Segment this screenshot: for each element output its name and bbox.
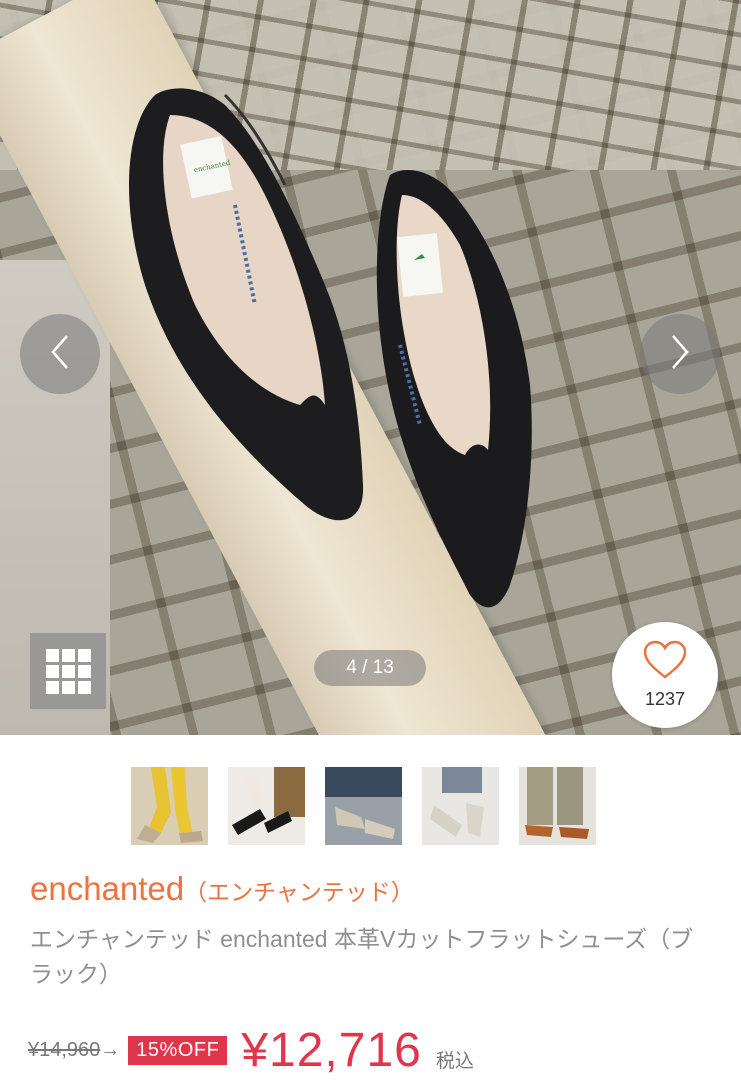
- thumb-grey-flats[interactable]: [325, 767, 402, 845]
- product-title: エンチャンテッド enchanted 本革Vカットフラットシューズ（ブラック）: [30, 926, 694, 987]
- price-arrow: →: [100, 1038, 121, 1061]
- image-counter: 4 / 13: [314, 650, 426, 686]
- heart-icon: [642, 640, 688, 685]
- discount-badge: 15%OFF: [128, 1035, 228, 1065]
- tax-label: 税込: [435, 1050, 474, 1072]
- grid-icon: [45, 648, 91, 694]
- original-price: ¥14,960: [28, 1038, 101, 1061]
- favorite-button[interactable]: 1237: [612, 622, 718, 728]
- thumb-brown-flats[interactable]: [519, 767, 596, 845]
- thumbnail-strip: [131, 767, 596, 845]
- left-shoe-image: enchanted: [115, 85, 385, 535]
- right-shoe-image: [370, 165, 570, 615]
- next-image-button[interactable]: [640, 314, 720, 394]
- brand-kana: （エンチャンテッド）: [184, 879, 414, 905]
- grid-view-button[interactable]: [30, 633, 106, 709]
- chevron-right-icon: [665, 332, 695, 377]
- product-image[interactable]: enchanted 4 / 13 1237: [0, 0, 741, 735]
- chevron-left-icon: [45, 332, 75, 377]
- previous-image-button[interactable]: [20, 314, 100, 394]
- thumb-beige-flats[interactable]: [422, 767, 499, 845]
- favorite-count: 1237: [644, 689, 686, 709]
- thumb-yellow-socks[interactable]: [131, 767, 208, 845]
- brand-label: enchanted: [30, 870, 185, 907]
- price-row: ¥14,960 → 15%OFF ¥12,716 税込: [28, 1022, 474, 1078]
- sale-price: ¥12,716: [241, 1023, 422, 1077]
- thumb-black-flats[interactable]: [228, 767, 305, 845]
- brand-name[interactable]: enchanted（エンチャンテッド）: [30, 870, 414, 908]
